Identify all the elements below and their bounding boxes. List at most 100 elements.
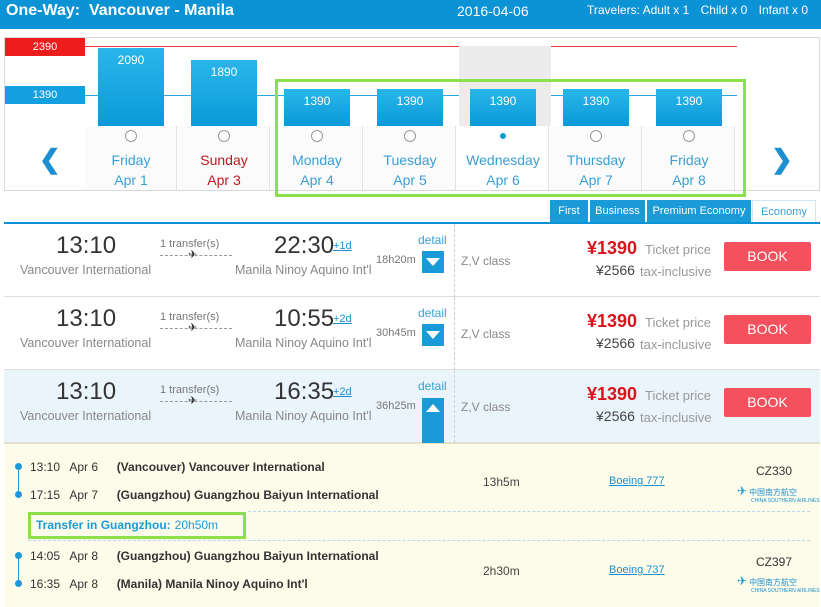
price-bar[interactable]: 1890 xyxy=(191,60,257,126)
transfer-time: 20h50m xyxy=(174,518,219,532)
leg1-dep-time: 13:10 xyxy=(30,460,61,474)
detail-link[interactable]: detail xyxy=(418,233,447,247)
leg1-arr-dot xyxy=(15,491,22,498)
flight-row[interactable]: 13:10 Vancouver International 1 transfer(s… xyxy=(4,297,820,370)
day-radio[interactable] xyxy=(218,130,230,142)
row-divider xyxy=(454,224,455,297)
departure-time: 13:10 xyxy=(56,232,117,259)
tax-inclusive-label: tax-inclusive xyxy=(640,410,712,425)
book-button[interactable]: BOOK xyxy=(724,315,811,344)
ticket-price: ¥1390 xyxy=(587,384,638,404)
travelers-info: Travelers: Adult x 1 Child x 0 Infant x … xyxy=(587,3,816,17)
airline-tail-icon: ✈ xyxy=(737,484,748,498)
flight-duration: 36h25m xyxy=(376,400,416,412)
leg1-aircraft-link[interactable]: Boeing 777 xyxy=(609,475,665,487)
cabin-class: Z,V class xyxy=(461,327,511,341)
infant-count: Infant x 0 xyxy=(758,3,809,17)
ticket-price: ¥1390 xyxy=(587,311,638,331)
transfer-label: Transfer in Guangzhou: xyxy=(36,518,171,532)
tax-inclusive-price: ¥2566 xyxy=(596,262,635,278)
flight-row[interactable]: 13:10 Vancouver International 1 transfer(s… xyxy=(4,224,820,297)
day-date: Apr 3 xyxy=(207,172,241,188)
header-bar: One-Way: Vancouver - Manila 2016-04-06 T… xyxy=(0,0,821,29)
departure-time: 13:10 xyxy=(56,378,117,405)
tab-economy[interactable]: Economy xyxy=(752,200,816,224)
leg1-dep-date: Apr 6 xyxy=(69,460,99,474)
flight-duration: 18h20m xyxy=(376,254,416,266)
flight-row[interactable]: 13:10 Vancouver International 1 transfer(s… xyxy=(4,370,820,443)
leg1-dep-dot xyxy=(15,463,22,470)
chevron-up-icon xyxy=(426,404,440,412)
route-title: One-Way: Vancouver - Manila xyxy=(6,2,234,19)
highlight-dates-box xyxy=(275,79,746,197)
leg1-arr-airport: (Guangzhou) Guangzhou Baiyun Internation… xyxy=(116,488,379,502)
day-offset: +1d xyxy=(333,240,352,252)
arrival-time: 16:35 xyxy=(274,378,335,405)
tab-premium-economy[interactable]: Premium Economy xyxy=(647,200,751,222)
book-button[interactable]: BOOK xyxy=(724,388,811,417)
day-offset: +2d xyxy=(333,313,352,325)
high-price-tag: 2390 xyxy=(5,38,85,56)
arrival-time: 22:30 xyxy=(274,232,335,259)
departure-time: 13:10 xyxy=(56,305,117,332)
tab-first[interactable]: First xyxy=(550,200,588,222)
tab-business[interactable]: Business xyxy=(590,200,645,222)
chevron-right-icon[interactable]: ❯ xyxy=(771,144,793,175)
low-price-tag: 1390 xyxy=(5,86,85,104)
cabin-class: Z,V class xyxy=(461,254,511,268)
day-cell[interactable]: Friday Apr 1 xyxy=(85,126,177,190)
leg1-dep-airport: (Vancouver) Vancouver International xyxy=(116,460,325,474)
departure-airport: Vancouver International xyxy=(20,336,152,350)
leg1-flight-number: CZ330 xyxy=(756,464,793,478)
ticket-price-label: Ticket price xyxy=(645,242,711,257)
arrival-airport: Manila Ninoy Aquino Int'l xyxy=(235,409,372,423)
tax-inclusive-label: tax-inclusive xyxy=(640,264,712,279)
detail-link[interactable]: detail xyxy=(418,306,447,320)
plane-icon: ✈ xyxy=(188,249,198,261)
day-offset: +2d xyxy=(333,386,352,398)
flight-duration: 30h45m xyxy=(376,327,416,339)
toggle-detail-button[interactable] xyxy=(422,324,444,346)
departure-airport: Vancouver International xyxy=(20,263,152,277)
airline-logo-2: ✈ 中国南方航空 CHINA SOUTHERN AIRLINES xyxy=(737,574,820,594)
ticket-price-label: Ticket price xyxy=(645,388,711,403)
leg2-dep-dot xyxy=(15,552,22,559)
transfer-info: Transfer in Guangzhou: 20h50m xyxy=(36,518,218,532)
leg1-arrival: 17:15 Apr 7 (Guangzhou) Guangzhou Baiyun… xyxy=(30,488,379,502)
leg1-timeline xyxy=(18,466,19,494)
book-button[interactable]: BOOK xyxy=(724,242,811,271)
row-divider xyxy=(454,370,455,443)
child-count: Child x 0 xyxy=(700,3,748,17)
cabin-class: Z,V class xyxy=(461,400,511,414)
day-name: Sunday xyxy=(200,152,248,168)
arrival-time: 10:55 xyxy=(274,305,335,332)
leg2-departure: 14:05 Apr 8 (Guangzhou) Guangzhou Baiyun… xyxy=(30,549,379,563)
leg2-arr-date: Apr 8 xyxy=(69,577,99,591)
toggle-detail-button[interactable] xyxy=(422,398,444,443)
day-cell[interactable]: Sunday Apr 3 xyxy=(178,126,270,190)
leg2-arrival: 16:35 Apr 8 (Manila) Manila Ninoy Aquino… xyxy=(30,577,308,591)
arrival-airport: Manila Ninoy Aquino Int'l xyxy=(235,336,372,350)
leg2-duration: 2h30m xyxy=(483,564,520,578)
chevron-down-icon xyxy=(426,258,440,266)
departure-airport: Vancouver International xyxy=(20,409,152,423)
detail-link[interactable]: detail xyxy=(418,379,447,393)
day-date: Apr 1 xyxy=(114,172,148,188)
ticket-price: ¥1390 xyxy=(587,238,638,258)
tax-inclusive-price: ¥2566 xyxy=(596,335,635,351)
leg1-arr-time: 17:15 xyxy=(30,488,61,502)
leg2-arr-airport: (Manila) Manila Ninoy Aquino Int'l xyxy=(116,577,308,591)
leg1-arr-date: Apr 7 xyxy=(69,488,99,502)
leg2-aircraft-link[interactable]: Boeing 737 xyxy=(609,564,665,576)
leg2-dep-time: 14:05 xyxy=(30,549,61,563)
toggle-detail-button[interactable] xyxy=(422,251,444,273)
price-bar[interactable]: 2090 xyxy=(98,48,164,126)
ticket-price-label: Ticket price xyxy=(645,315,711,330)
tax-inclusive-label: tax-inclusive xyxy=(640,337,712,352)
day-radio[interactable] xyxy=(125,130,137,142)
leg1-departure: 13:10 Apr 6 (Vancouver) Vancouver Intern… xyxy=(30,460,325,474)
transfer-divider-bottom xyxy=(28,540,810,541)
chevron-left-icon[interactable]: ❮ xyxy=(39,144,61,175)
plane-icon: ✈ xyxy=(188,322,198,334)
airline-tail-icon: ✈ xyxy=(737,574,748,588)
